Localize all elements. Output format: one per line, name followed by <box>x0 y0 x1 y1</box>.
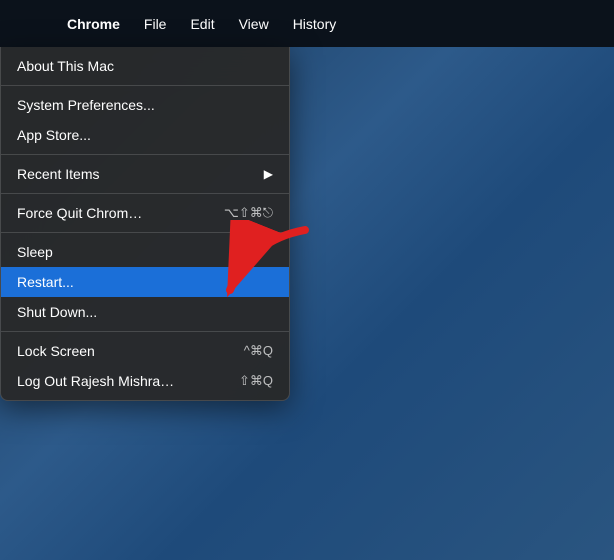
menu-item-log-out-label: Log Out Rajesh Mishra… <box>17 373 219 389</box>
menu-item-recent-items[interactable]: Recent Items ▶ <box>1 159 289 189</box>
menubar-item-chrome[interactable]: Chrome <box>55 0 132 47</box>
menu-item-log-out[interactable]: Log Out Rajesh Mishra… ⇧⌘Q <box>1 366 289 396</box>
menubar-item-edit[interactable]: Edit <box>178 0 226 47</box>
menu-item-force-quit-label: Force Quit Chrom… <box>17 205 204 221</box>
menu-item-force-quit[interactable]: Force Quit Chrom… ⌥⇧⌘⎋ <box>1 198 289 228</box>
submenu-arrow-icon: ▶ <box>264 167 273 181</box>
menu-item-app-store[interactable]: App Store... <box>1 120 289 150</box>
menu-item-restart[interactable]: Restart... <box>1 267 289 297</box>
menu-item-app-store-label: App Store... <box>17 127 273 143</box>
menu-item-recent-items-label: Recent Items <box>17 166 244 182</box>
divider-5 <box>1 331 289 332</box>
divider-1 <box>1 85 289 86</box>
menubar-item-file[interactable]: File <box>132 0 179 47</box>
menu-item-force-quit-shortcut: ⌥⇧⌘⎋ <box>224 205 273 221</box>
menubar: Chrome File Edit View History <box>0 0 614 47</box>
menu-item-about[interactable]: About This Mac <box>1 51 289 81</box>
menu-item-system-prefs[interactable]: System Preferences... <box>1 90 289 120</box>
divider-4 <box>1 232 289 233</box>
menu-item-system-prefs-label: System Preferences... <box>17 97 273 113</box>
menu-item-shut-down-label: Shut Down... <box>17 304 273 320</box>
divider-3 <box>1 193 289 194</box>
divider-2 <box>1 154 289 155</box>
menubar-item-view[interactable]: View <box>227 0 281 47</box>
menu-item-about-label: About This Mac <box>17 58 273 74</box>
menu-item-lock-screen-label: Lock Screen <box>17 343 224 359</box>
menu-item-restart-label: Restart... <box>17 274 273 290</box>
menu-item-sleep-label: Sleep <box>17 244 273 260</box>
menu-item-lock-screen[interactable]: Lock Screen ^⌘Q <box>1 336 289 366</box>
menu-item-sleep[interactable]: Sleep <box>1 237 289 267</box>
menu-item-log-out-shortcut: ⇧⌘Q <box>239 373 273 389</box>
menubar-item-history[interactable]: History <box>281 0 349 47</box>
menu-item-lock-screen-shortcut: ^⌘Q <box>244 343 273 359</box>
apple-menu-button[interactable] <box>0 0 55 47</box>
menu-item-shut-down[interactable]: Shut Down... <box>1 297 289 327</box>
apple-dropdown-menu: About This Mac System Preferences... App… <box>0 47 290 401</box>
